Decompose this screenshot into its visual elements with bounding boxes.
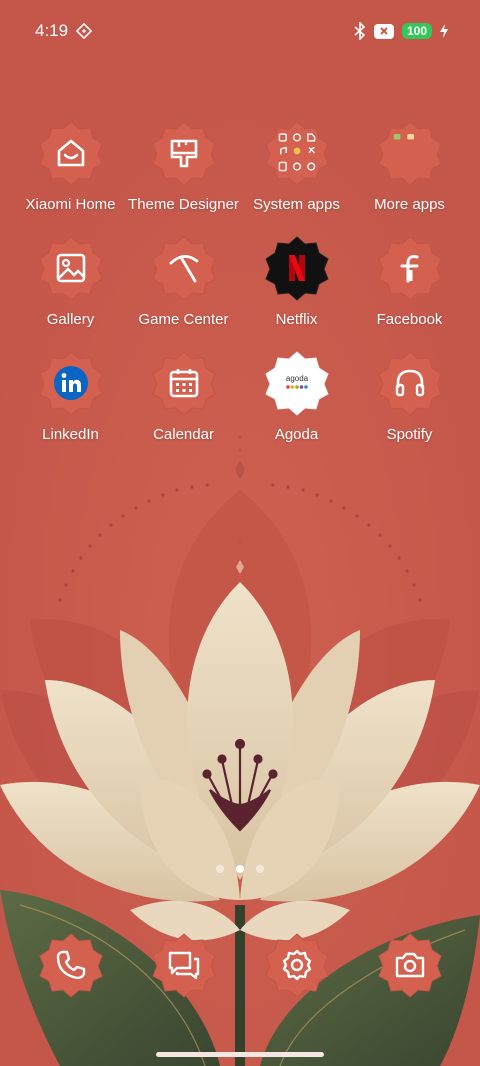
app-label: Facebook bbox=[376, 311, 443, 328]
folder-more-apps[interactable]: More apps bbox=[353, 120, 466, 213]
page-dot bbox=[216, 865, 224, 873]
app-gallery[interactable]: Gallery bbox=[14, 235, 127, 328]
page-dot bbox=[256, 865, 264, 873]
app-xiaomi-home[interactable]: Xiaomi Home bbox=[14, 120, 127, 213]
page-indicator bbox=[0, 865, 480, 873]
status-bar: 4:19 100 bbox=[0, 0, 480, 62]
phone-icon bbox=[38, 932, 104, 998]
app-label: Agoda bbox=[274, 426, 319, 443]
battery-level: 100 bbox=[401, 23, 432, 39]
game-icon bbox=[151, 235, 217, 301]
app-label: System apps bbox=[253, 196, 340, 213]
dock-camera[interactable] bbox=[353, 932, 466, 998]
dock-messages[interactable] bbox=[127, 932, 240, 998]
app-label: Theme Designer bbox=[128, 196, 239, 213]
dock-phone[interactable] bbox=[14, 932, 127, 998]
app-label: Xiaomi Home bbox=[25, 196, 116, 213]
app-label: Calendar bbox=[153, 426, 214, 443]
app-game-center[interactable]: Game Center bbox=[127, 235, 240, 328]
messages-icon bbox=[151, 932, 217, 998]
settings-icon bbox=[264, 932, 330, 998]
app-label: Netflix bbox=[275, 311, 318, 328]
netflix-icon bbox=[264, 235, 330, 301]
folder-icon bbox=[264, 120, 330, 186]
app-theme-designer[interactable]: Theme Designer bbox=[127, 120, 240, 213]
gallery-icon bbox=[38, 235, 104, 301]
svg-text:agoda: agoda bbox=[285, 374, 308, 383]
app-label: More apps bbox=[374, 196, 445, 213]
x-badge-icon bbox=[373, 23, 394, 39]
app-label: LinkedIn bbox=[42, 426, 99, 443]
sync-icon bbox=[76, 23, 93, 39]
gesture-nav-handle[interactable] bbox=[156, 1052, 324, 1057]
agoda-icon: agoda bbox=[264, 350, 330, 416]
page-dot-active bbox=[236, 865, 244, 873]
app-facebook[interactable]: Facebook bbox=[353, 235, 466, 328]
app-grid: Xiaomi Home Theme Designer System apps M… bbox=[14, 120, 466, 443]
folder-icon bbox=[377, 120, 443, 186]
app-calendar[interactable]: Calendar bbox=[127, 350, 240, 443]
charging-icon bbox=[440, 24, 448, 38]
headphones-icon bbox=[377, 350, 443, 416]
status-time: 4:19 bbox=[35, 21, 69, 40]
app-label: Game Center bbox=[138, 311, 229, 328]
brush-icon bbox=[151, 120, 217, 186]
app-label: Gallery bbox=[46, 311, 95, 328]
camera-icon bbox=[377, 932, 443, 998]
dock-settings[interactable] bbox=[240, 932, 353, 998]
folder-system-apps[interactable]: System apps bbox=[240, 120, 353, 213]
app-linkedin[interactable]: LinkedIn bbox=[14, 350, 127, 443]
app-label: Spotify bbox=[386, 426, 433, 443]
dock bbox=[14, 932, 466, 998]
app-spotify[interactable]: Spotify bbox=[353, 350, 466, 443]
calendar-icon bbox=[151, 350, 217, 416]
bluetooth-icon bbox=[354, 22, 366, 40]
app-agoda[interactable]: agoda Agoda bbox=[240, 350, 353, 443]
app-netflix[interactable]: Netflix bbox=[240, 235, 353, 328]
linkedin-icon bbox=[38, 350, 104, 416]
home-icon bbox=[38, 120, 104, 186]
facebook-icon bbox=[377, 235, 443, 301]
